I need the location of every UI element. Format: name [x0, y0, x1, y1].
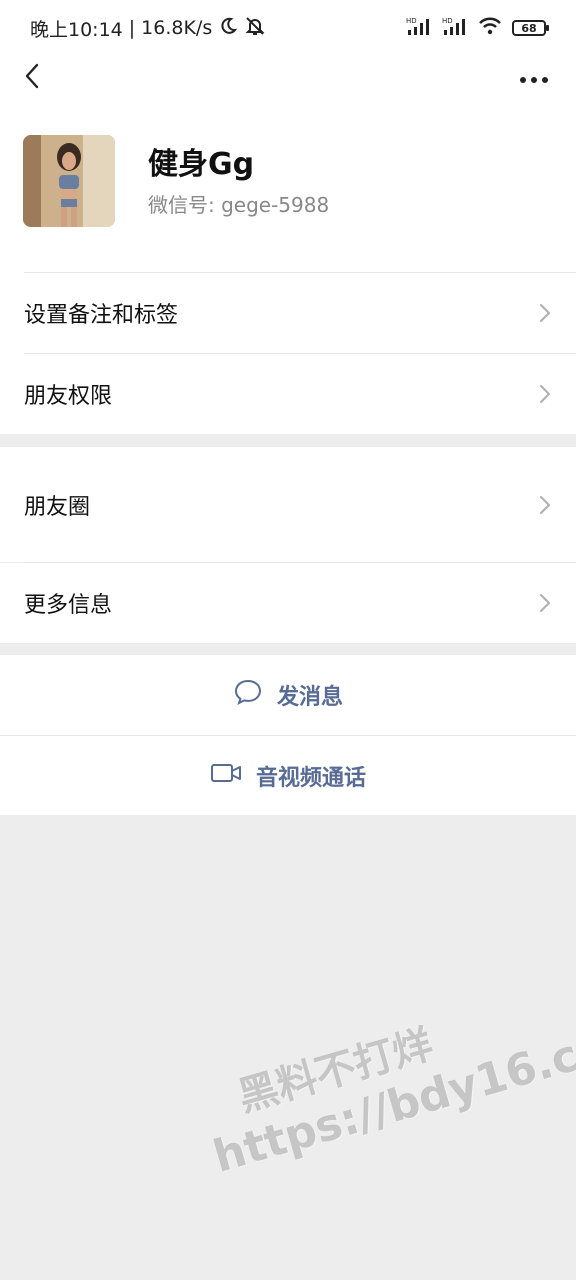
chevron-right-icon [538, 302, 552, 324]
status-separator: | [128, 17, 136, 39]
profile-name: 健身Gg [148, 147, 255, 182]
signal-icon: HD [406, 16, 432, 41]
chevron-right-icon [538, 383, 552, 405]
battery-icon: 68 [512, 20, 549, 36]
watermark: 黑料不打烊 https://bdy16.co [192, 979, 576, 1182]
status-bar: 晚上10:14 | 16.8K/s HD HD 68 [0, 0, 576, 56]
chevron-right-icon [538, 494, 552, 516]
navigation-bar [0, 56, 576, 100]
avatar[interactable] [23, 135, 115, 227]
chat-bubble-icon [233, 678, 263, 712]
send-message-label: 发消息 [276, 685, 343, 710]
bell-muted-icon [244, 15, 266, 42]
more-dots-icon [519, 69, 549, 88]
menu-item-label: 朋友圈 [24, 494, 91, 520]
video-call-button[interactable]: 音视频通话 [0, 736, 576, 815]
status-time: 晚上10:14 [30, 18, 123, 41]
menu-item-label: 更多信息 [24, 593, 113, 618]
more-button[interactable] [514, 60, 554, 96]
menu-item-more-info[interactable]: 更多信息 [0, 563, 576, 643]
menu-item-label: 朋友权限 [24, 384, 113, 409]
menu-item-friend-permissions[interactable]: 朋友权限 [0, 354, 576, 434]
wifi-icon [478, 16, 502, 41]
profile-header: 健身Gg 微信号: gege-5988 [23, 135, 563, 227]
send-message-button[interactable]: 发消息 [0, 655, 576, 735]
chevron-right-icon [538, 592, 552, 614]
moon-icon [218, 16, 238, 41]
status-right: HD HD 68 [406, 16, 549, 41]
signal-icon: HD [442, 16, 468, 41]
battery-level: 68 [521, 21, 537, 35]
status-left: 晚上10:14 | 16.8K/s [30, 15, 266, 42]
video-camera-icon [210, 762, 242, 790]
wechat-id: 微信号: gege-5988 [148, 193, 330, 217]
video-call-label: 音视频通话 [255, 765, 366, 791]
contact-profile-page: 晚上10:14 | 16.8K/s HD HD 68 健身Gg 微信号: geg… [0, 0, 576, 1280]
status-speed: 16.8K/s [141, 17, 213, 39]
back-button[interactable] [14, 60, 50, 96]
avatar-photo [23, 135, 115, 227]
menu-item-label: 设置备注和标签 [24, 303, 179, 328]
menu-item-moments[interactable]: 朋友圈 [0, 447, 576, 562]
chevron-left-icon [24, 63, 40, 93]
menu-item-remark-tags[interactable]: 设置备注和标签 [0, 273, 576, 353]
svg-text:HD: HD [442, 17, 453, 25]
svg-text:HD: HD [406, 17, 417, 25]
